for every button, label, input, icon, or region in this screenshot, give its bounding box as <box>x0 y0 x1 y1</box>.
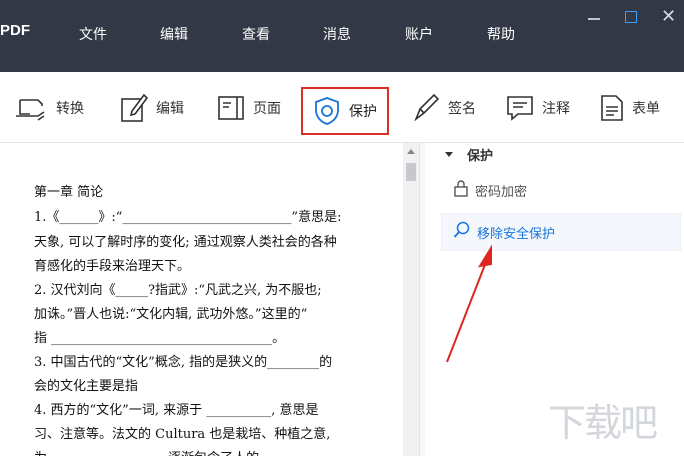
doc-line: 第一章 简论 <box>34 185 104 200</box>
minimize-icon[interactable] <box>588 18 600 20</box>
scroll-up-icon[interactable] <box>407 149 415 154</box>
tool-page-label: 页面 <box>253 101 281 117</box>
scroll-thumb[interactable] <box>406 163 416 181</box>
page-icon <box>217 94 245 122</box>
menu-account[interactable]: 账户 <box>405 24 433 44</box>
tool-protect[interactable]: 保护 <box>301 87 389 135</box>
tool-convert-label: 转换 <box>56 101 84 117</box>
close-icon[interactable]: ✕ <box>661 8 677 26</box>
document-view: 第一章 简论 1.《______》:“_____________________… <box>0 143 403 456</box>
menu-messages[interactable]: 消息 <box>323 24 351 44</box>
menu-file[interactable]: 文件 <box>79 24 107 44</box>
remove-security-button[interactable]: 移除安全保护 <box>453 221 555 243</box>
tool-edit[interactable]: 编辑 <box>120 90 184 126</box>
shield-icon <box>313 96 341 126</box>
title-bar: PDF 文件 编辑 查看 消息 账户 帮助 ✕ <box>0 0 684 72</box>
lock-icon <box>453 179 469 201</box>
app-name: PDF <box>0 22 30 39</box>
maximize-icon[interactable] <box>625 11 637 23</box>
doc-line: 1.《______》:“__________________________”意… <box>34 210 342 225</box>
doc-line: 天象, 可以了解时序的变化; 通过观察人类社会的各种 <box>34 235 337 250</box>
toolbar: 转换 编辑 页面 保护 签名 注释 表单 <box>0 72 684 143</box>
pen-icon <box>412 93 440 123</box>
pencil-icon <box>120 93 148 123</box>
menu-view[interactable]: 查看 <box>242 24 270 44</box>
convert-icon <box>14 94 48 122</box>
search-remove-icon <box>453 221 471 243</box>
doc-line: 3. 中国古代的“文化”概念, 指的是狭义的________的 <box>34 355 333 370</box>
panel-title: 保护 <box>467 149 494 164</box>
tool-convert[interactable]: 转换 <box>14 90 84 126</box>
menu-help[interactable]: 帮助 <box>487 24 515 44</box>
password-encrypt-button[interactable]: 密码加密 <box>453 179 527 201</box>
doc-line: 4. 西方的“文化”一词, 来源于 __________, 意思是 <box>34 403 319 418</box>
doc-line: 会的文化主要是指 <box>34 379 139 394</box>
tool-sign-label: 签名 <box>448 101 476 117</box>
doc-line: 为__________________ 逐渐包含了人的 <box>34 447 259 456</box>
watermark-logo: 下载吧 <box>548 401 658 445</box>
comment-icon <box>506 94 534 122</box>
document-scrollbar[interactable] <box>403 143 419 456</box>
doc-line: 习、注意等。法文的 Cultura 也是栽培、种植之意, <box>34 427 331 442</box>
tool-form-label: 表单 <box>632 101 660 117</box>
tool-form[interactable]: 表单 <box>600 90 660 126</box>
form-icon <box>600 94 624 122</box>
caret-down-icon <box>445 152 453 157</box>
menu-edit[interactable]: 编辑 <box>160 24 188 44</box>
doc-line: 育感化的手段来治理天下。 <box>34 259 191 274</box>
tool-edit-label: 编辑 <box>156 101 184 117</box>
password-encrypt-label: 密码加密 <box>475 184 528 200</box>
tool-comment[interactable]: 注释 <box>506 90 570 126</box>
panel-header[interactable]: 保护 <box>445 145 493 164</box>
tool-page[interactable]: 页面 <box>217 90 281 126</box>
tool-comment-label: 注释 <box>542 101 570 117</box>
remove-security-label: 移除安全保护 <box>477 226 556 242</box>
doc-line: 加诛。”晋人也说:“文化内辑, 武功外悠。”这里的“ <box>34 307 308 322</box>
tool-protect-label: 保护 <box>349 104 377 120</box>
tool-sign[interactable]: 签名 <box>412 90 476 126</box>
doc-line: 2. 汉代刘向《_____?指武》:“凡武之兴, 为不服也; <box>34 283 322 298</box>
doc-line: 指 __________________________________。 <box>34 331 286 346</box>
